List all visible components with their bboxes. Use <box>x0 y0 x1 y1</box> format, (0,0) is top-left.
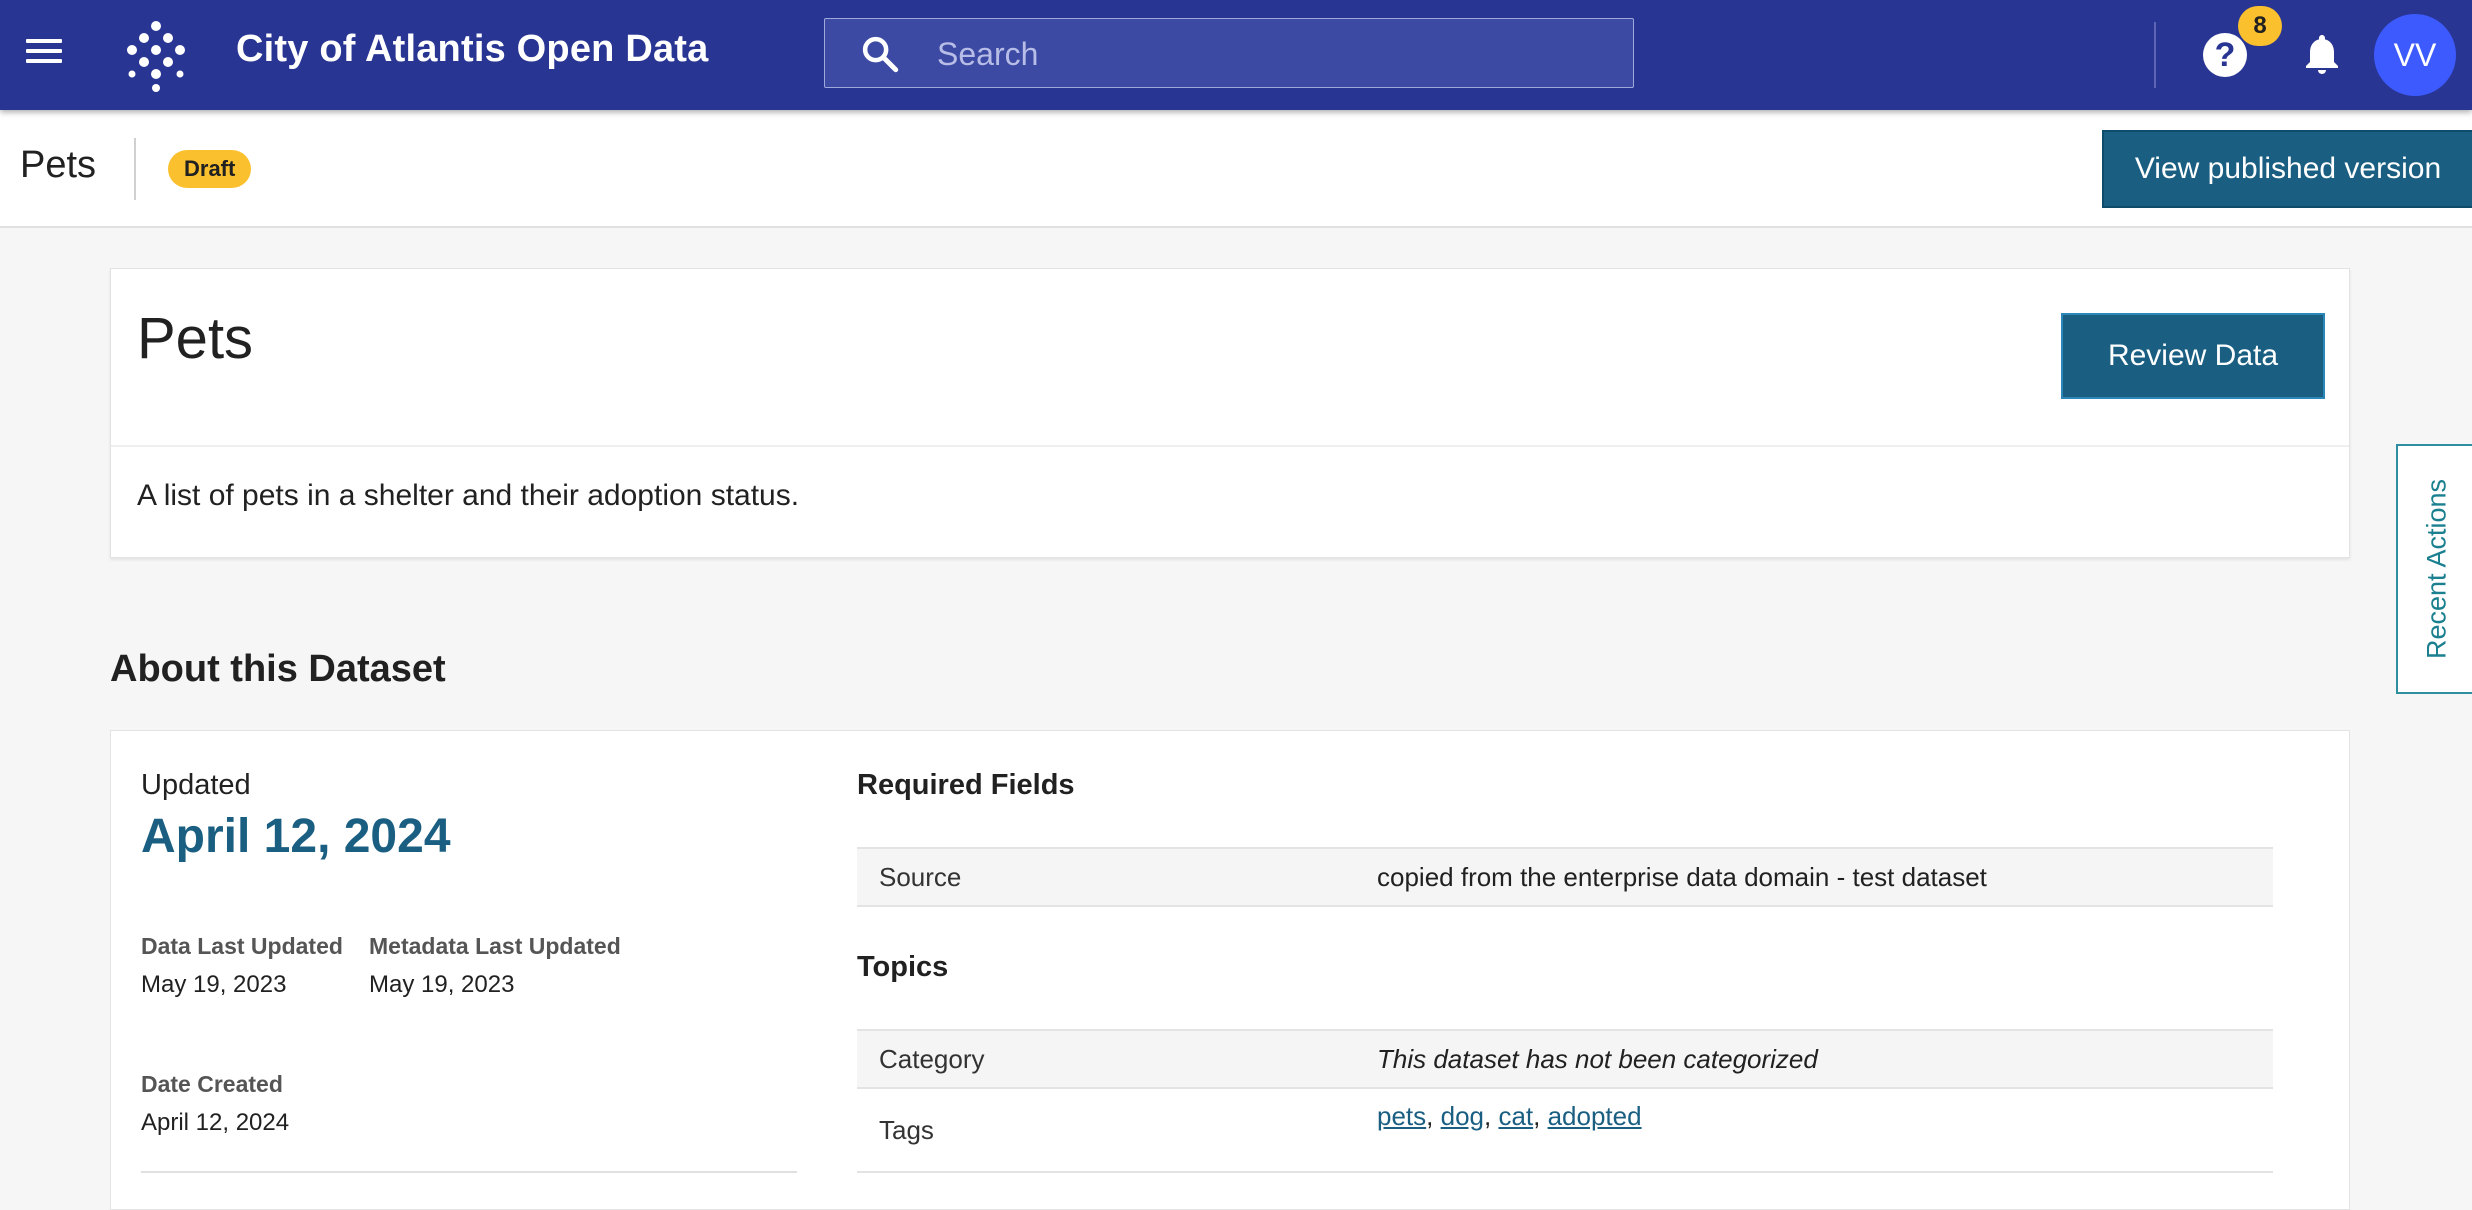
help-icon: ? <box>2203 33 2247 77</box>
table-row: Category This dataset has not been categ… <box>857 1029 2273 1089</box>
tag-link[interactable]: dog <box>1441 1101 1484 1131</box>
tags-list: pets, dog, cat, adopted <box>1355 1087 2273 1173</box>
top-navigation-bar: City of Atlantis Open Data ? 8 VV <box>0 0 2472 110</box>
search-box[interactable] <box>824 18 1634 88</box>
data-last-updated-label: Data Last Updated <box>141 933 343 959</box>
recent-actions-label: Recent Actions <box>2421 478 2452 660</box>
site-logo-icon[interactable] <box>116 16 196 96</box>
required-fields-table: Source copied from the enterprise data d… <box>857 847 2273 907</box>
updated-date: April 12, 2024 <box>141 810 451 863</box>
search-input[interactable] <box>935 29 1619 79</box>
search-icon <box>862 36 899 73</box>
tag-link[interactable]: adopted <box>1548 1101 1642 1131</box>
nav-divider <box>2154 22 2156 88</box>
tag-link[interactable]: cat <box>1498 1101 1533 1131</box>
card-divider <box>111 445 2349 447</box>
table-row: Tags pets, dog, cat, adopted <box>857 1087 2273 1173</box>
recent-actions-tab[interactable]: Recent Actions <box>2396 444 2472 694</box>
dataset-title-card: Pets Review Data A list of pets in a she… <box>110 268 2350 558</box>
updated-label: Updated <box>141 769 251 801</box>
dataset-description: A list of pets in a shelter and their ad… <box>137 479 800 512</box>
tag-link[interactable]: pets <box>1377 1101 1426 1131</box>
source-label: Source <box>857 847 1355 907</box>
user-avatar[interactable]: VV <box>2374 14 2456 96</box>
asset-title: Pets <box>20 144 97 186</box>
topics-title: Topics <box>857 951 949 983</box>
about-dataset-heading: About this Dataset <box>110 648 446 690</box>
review-data-button[interactable]: Review Data <box>2061 313 2325 399</box>
bell-icon[interactable] <box>2298 30 2346 78</box>
dataset-title: Pets <box>137 306 254 371</box>
notification-count-badge: 8 <box>2238 6 2282 46</box>
data-last-updated-value: May 19, 2023 <box>141 971 287 998</box>
required-fields-title: Required Fields <box>857 769 1075 801</box>
hamburger-menu-icon[interactable] <box>22 35 66 75</box>
tags-label: Tags <box>857 1087 1355 1173</box>
date-created-value: April 12, 2024 <box>141 1109 290 1136</box>
date-created-label: Date Created <box>141 1071 283 1097</box>
category-value: This dataset has not been categorized <box>1355 1029 2273 1089</box>
site-title[interactable]: City of Atlantis Open Data <box>236 28 709 71</box>
asset-header: Pets Draft View published version <box>0 110 2472 228</box>
draft-status-badge: Draft <box>168 150 252 188</box>
section-divider <box>141 1171 797 1173</box>
topics-table: Category This dataset has not been categ… <box>857 1029 2273 1173</box>
header-divider <box>134 138 136 200</box>
view-published-version-button[interactable]: View published version <box>2102 130 2472 208</box>
category-label: Category <box>857 1029 1355 1089</box>
metadata-last-updated-value: May 19, 2023 <box>369 971 515 998</box>
metadata-last-updated-label: Metadata Last Updated <box>369 933 621 959</box>
table-row: Source copied from the enterprise data d… <box>857 847 2273 907</box>
about-dataset-card: Updated April 12, 2024 Data Last Updated… <box>110 730 2350 1210</box>
source-value: copied from the enterprise data domain -… <box>1355 847 2273 907</box>
